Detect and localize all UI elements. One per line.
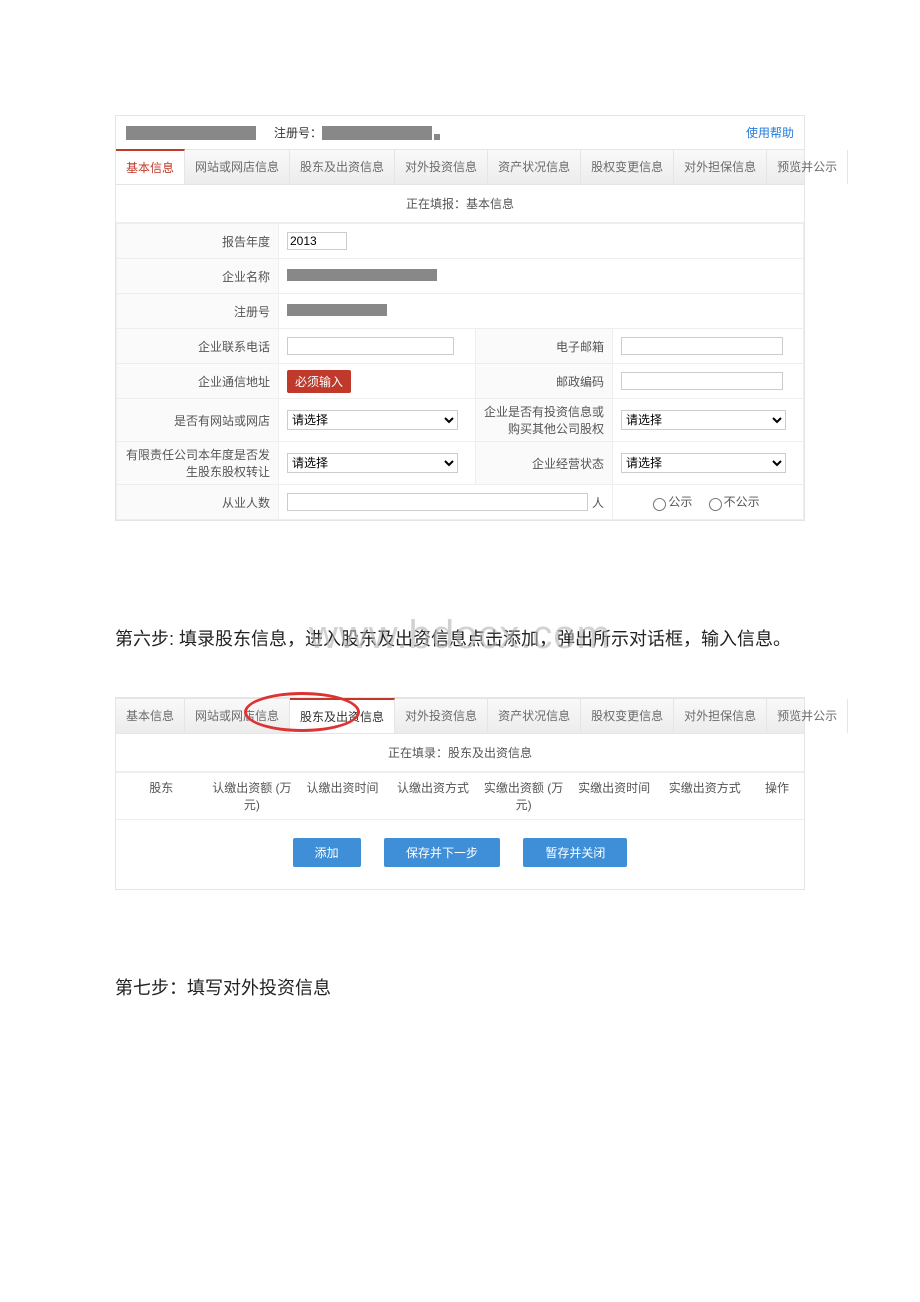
section-subhead: 正在填报：基本信息 xyxy=(116,185,804,223)
tab2-equity[interactable]: 股权变更信息 xyxy=(581,699,674,733)
button-row: 添加 保存并下一步 暂存并关闭 xyxy=(116,820,804,889)
th-subscribed-date: 认缴出资时间 xyxy=(297,773,388,820)
select-has-invest[interactable]: 请选择 xyxy=(621,410,786,430)
radio-private-label[interactable]: 不公示 xyxy=(704,495,760,509)
label-phone: 企业联系电话 xyxy=(117,329,279,364)
step6-text: 第六步: 填录股东信息，进入股东及出资信息点击添加，弹出所示对话框，输入信息。 xyxy=(115,621,805,657)
label-postcode: 邮政编码 xyxy=(476,364,613,399)
label-email: 电子邮箱 xyxy=(476,329,613,364)
input-email[interactable] xyxy=(621,337,783,355)
th-action: 操作 xyxy=(750,773,804,820)
save-next-button[interactable]: 保存并下一步 xyxy=(384,838,500,867)
radio-public-label[interactable]: 公示 xyxy=(648,495,692,509)
company-name-redacted xyxy=(126,126,256,140)
tab-equity-change[interactable]: 股权变更信息 xyxy=(581,150,674,184)
tab2-shareholder[interactable]: 股东及出资信息 xyxy=(290,698,395,733)
redacted-dot xyxy=(434,134,440,140)
help-link[interactable]: 使用帮助 xyxy=(746,124,794,141)
tab-preview-publish[interactable]: 预览并公示 xyxy=(767,150,848,184)
input-employees[interactable] xyxy=(287,493,588,511)
reg-no-redacted xyxy=(322,126,432,140)
section-subhead-2: 正在填录：股东及出资信息 xyxy=(116,734,804,772)
th-subscribed-amount: 认缴出资额 (万元) xyxy=(207,773,298,820)
reg-no-label: 注册号： xyxy=(274,124,322,141)
label-report-year: 报告年度 xyxy=(117,224,279,259)
tab-bar-2: 基本信息 网站或网店信息 股东及出资信息 对外投资信息 资产状况信息 股权变更信… xyxy=(116,698,804,734)
input-phone[interactable] xyxy=(287,337,454,355)
tab-bar: 基本信息 网站或网店信息 股东及出资信息 对外投资信息 资产状况信息 股权变更信… xyxy=(116,149,804,185)
label-llc-transfer: 有限责任公司本年度是否发生股东股权转让 xyxy=(117,442,279,485)
th-shareholder: 股东 xyxy=(116,773,207,820)
tab-basic-info[interactable]: 基本信息 xyxy=(116,149,185,184)
radio-public[interactable] xyxy=(653,498,666,511)
form-panel-shareholder: 基本信息 网站或网店信息 股东及出资信息 对外投资信息 资产状况信息 股权变更信… xyxy=(115,697,805,890)
label-has-website: 是否有网站或网店 xyxy=(117,399,279,442)
tab-shareholder-info[interactable]: 股东及出资信息 xyxy=(290,150,395,184)
save-close-button[interactable]: 暂存并关闭 xyxy=(523,838,627,867)
label-has-invest: 企业是否有投资信息或购买其他公司股权 xyxy=(476,399,613,442)
th-subscribed-method: 认缴出资方式 xyxy=(388,773,479,820)
tab2-asset[interactable]: 资产状况信息 xyxy=(488,699,581,733)
tab2-website[interactable]: 网站或网店信息 xyxy=(185,699,290,733)
tab2-basic[interactable]: 基本信息 xyxy=(116,699,185,733)
employees-unit: 人 xyxy=(592,494,604,511)
th-paid-method: 实缴出资方式 xyxy=(659,773,750,820)
th-paid-amount: 实缴出资额 (万元) xyxy=(478,773,569,820)
select-has-website[interactable]: 请选择 xyxy=(287,410,458,430)
tab-website-info[interactable]: 网站或网店信息 xyxy=(185,150,290,184)
add-button[interactable]: 添加 xyxy=(293,838,361,867)
tab-asset-info[interactable]: 资产状况信息 xyxy=(488,150,581,184)
input-report-year[interactable] xyxy=(287,232,347,250)
reg-no-value-redacted xyxy=(287,304,387,316)
label-reg-no: 注册号 xyxy=(117,294,279,329)
required-badge: 必须输入 xyxy=(287,370,351,393)
company-name-value-redacted xyxy=(287,269,437,281)
input-postcode[interactable] xyxy=(621,372,783,390)
tab2-guarantee[interactable]: 对外担保信息 xyxy=(674,699,767,733)
radio-private[interactable] xyxy=(709,498,722,511)
tab-investment-info[interactable]: 对外投资信息 xyxy=(395,150,488,184)
form-panel-basic: 注册号： 使用帮助 基本信息 网站或网店信息 股东及出资信息 对外投资信息 资产… xyxy=(115,115,805,521)
label-employees: 从业人数 xyxy=(117,485,279,520)
select-biz-status[interactable]: 请选择 xyxy=(621,453,786,473)
tab2-preview[interactable]: 预览并公示 xyxy=(767,699,848,733)
th-paid-date: 实缴出资时间 xyxy=(569,773,660,820)
label-company-name: 企业名称 xyxy=(117,259,279,294)
basic-info-form: 报告年度 企业名称 注册号 企业联系电话 电子邮箱 企业通信地址 必须输入 邮政… xyxy=(116,223,804,520)
label-address: 企业通信地址 xyxy=(117,364,279,399)
select-llc-transfer[interactable]: 请选择 xyxy=(287,453,458,473)
shareholder-table-header: 股东 认缴出资额 (万元) 认缴出资时间 认缴出资方式 实缴出资额 (万元) 实… xyxy=(116,772,804,820)
panel-header: 注册号： 使用帮助 xyxy=(116,116,804,149)
label-biz-status: 企业经营状态 xyxy=(476,442,613,485)
tab-guarantee-info[interactable]: 对外担保信息 xyxy=(674,150,767,184)
step7-text: 第七步：填写对外投资信息 xyxy=(115,970,805,1006)
tab2-investment[interactable]: 对外投资信息 xyxy=(395,699,488,733)
